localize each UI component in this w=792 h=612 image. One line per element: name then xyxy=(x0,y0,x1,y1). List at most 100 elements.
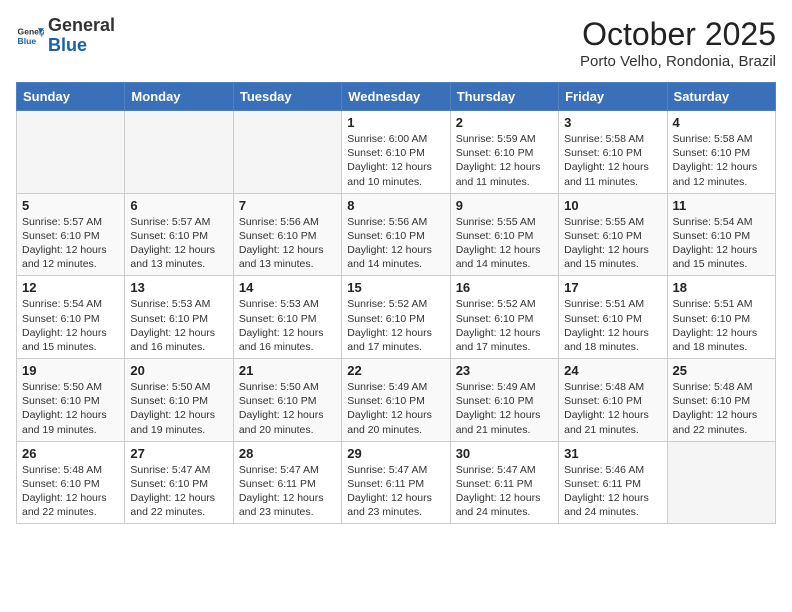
calendar-cell: 5 Sunrise: 5:57 AM Sunset: 6:10 PM Daylig… xyxy=(17,193,125,276)
day-number: 16 xyxy=(456,280,553,295)
calendar-cell: 17 Sunrise: 5:51 AM Sunset: 6:10 PM Dayli… xyxy=(559,276,667,359)
day-number: 7 xyxy=(239,198,336,213)
day-number: 10 xyxy=(564,198,661,213)
calendar-cell: 13 Sunrise: 5:53 AM Sunset: 6:10 PM Dayli… xyxy=(125,276,233,359)
day-number: 20 xyxy=(130,363,227,378)
day-info: Sunrise: 5:48 AM Sunset: 6:10 PM Dayligh… xyxy=(22,463,119,520)
calendar-cell: 12 Sunrise: 5:54 AM Sunset: 6:10 PM Dayli… xyxy=(17,276,125,359)
day-number: 22 xyxy=(347,363,444,378)
day-info: Sunrise: 5:50 AM Sunset: 6:10 PM Dayligh… xyxy=(130,380,227,437)
day-number: 24 xyxy=(564,363,661,378)
day-info: Sunrise: 5:52 AM Sunset: 6:10 PM Dayligh… xyxy=(347,297,444,354)
day-info: Sunrise: 5:50 AM Sunset: 6:10 PM Dayligh… xyxy=(239,380,336,437)
calendar-header-row: SundayMondayTuesdayWednesdayThursdayFrid… xyxy=(17,83,776,111)
day-info: Sunrise: 5:49 AM Sunset: 6:10 PM Dayligh… xyxy=(347,380,444,437)
day-number: 14 xyxy=(239,280,336,295)
day-number: 6 xyxy=(130,198,227,213)
day-info: Sunrise: 5:52 AM Sunset: 6:10 PM Dayligh… xyxy=(456,297,553,354)
day-number: 31 xyxy=(564,446,661,461)
day-info: Sunrise: 5:50 AM Sunset: 6:10 PM Dayligh… xyxy=(22,380,119,437)
calendar-cell: 28 Sunrise: 5:47 AM Sunset: 6:11 PM Dayli… xyxy=(233,441,341,524)
svg-text:Blue: Blue xyxy=(18,36,37,46)
day-number: 15 xyxy=(347,280,444,295)
calendar-cell: 21 Sunrise: 5:50 AM Sunset: 6:10 PM Dayli… xyxy=(233,359,341,442)
day-header-wednesday: Wednesday xyxy=(342,83,450,111)
calendar-cell: 15 Sunrise: 5:52 AM Sunset: 6:10 PM Dayli… xyxy=(342,276,450,359)
day-number: 29 xyxy=(347,446,444,461)
day-info: Sunrise: 5:58 AM Sunset: 6:10 PM Dayligh… xyxy=(564,132,661,189)
calendar-cell: 1 Sunrise: 6:00 AM Sunset: 6:10 PM Daylig… xyxy=(342,111,450,194)
calendar-cell: 25 Sunrise: 5:48 AM Sunset: 6:10 PM Dayli… xyxy=(667,359,775,442)
day-number: 27 xyxy=(130,446,227,461)
day-info: Sunrise: 5:57 AM Sunset: 6:10 PM Dayligh… xyxy=(130,215,227,272)
day-info: Sunrise: 6:00 AM Sunset: 6:10 PM Dayligh… xyxy=(347,132,444,189)
day-info: Sunrise: 5:54 AM Sunset: 6:10 PM Dayligh… xyxy=(22,297,119,354)
day-header-monday: Monday xyxy=(125,83,233,111)
day-info: Sunrise: 5:55 AM Sunset: 6:10 PM Dayligh… xyxy=(456,215,553,272)
calendar-cell: 23Sunrise: 5:49 AM Sunset: 6:10 PM Dayli… xyxy=(450,359,558,442)
calendar-cell: 16 Sunrise: 5:52 AM Sunset: 6:10 PM Dayli… xyxy=(450,276,558,359)
day-info: Sunrise: 5:55 AM Sunset: 6:10 PM Dayligh… xyxy=(564,215,661,272)
day-number: 3 xyxy=(564,115,661,130)
day-number: 12 xyxy=(22,280,119,295)
calendar-cell xyxy=(125,111,233,194)
calendar-cell: 8Sunrise: 5:56 AM Sunset: 6:10 PM Daylig… xyxy=(342,193,450,276)
day-info: Sunrise: 5:49 AM Sunset: 6:10 PM Dayligh… xyxy=(456,380,553,437)
calendar-cell: 6 Sunrise: 5:57 AM Sunset: 6:10 PM Daylig… xyxy=(125,193,233,276)
day-info: Sunrise: 5:51 AM Sunset: 6:10 PM Dayligh… xyxy=(564,297,661,354)
calendar-cell: 4 Sunrise: 5:58 AM Sunset: 6:10 PM Daylig… xyxy=(667,111,775,194)
day-number: 5 xyxy=(22,198,119,213)
day-number: 17 xyxy=(564,280,661,295)
day-number: 18 xyxy=(673,280,770,295)
calendar-cell: 11Sunrise: 5:54 AM Sunset: 6:10 PM Dayli… xyxy=(667,193,775,276)
calendar-cell xyxy=(233,111,341,194)
day-header-friday: Friday xyxy=(559,83,667,111)
calendar-cell: 24Sunrise: 5:48 AM Sunset: 6:10 PM Dayli… xyxy=(559,359,667,442)
day-info: Sunrise: 5:59 AM Sunset: 6:10 PM Dayligh… xyxy=(456,132,553,189)
day-number: 21 xyxy=(239,363,336,378)
calendar-cell: 9 Sunrise: 5:55 AM Sunset: 6:10 PM Daylig… xyxy=(450,193,558,276)
logo-blue-text: Blue xyxy=(48,35,87,55)
day-number: 25 xyxy=(673,363,770,378)
day-info: Sunrise: 5:46 AM Sunset: 6:11 PM Dayligh… xyxy=(564,463,661,520)
day-number: 26 xyxy=(22,446,119,461)
calendar-cell xyxy=(667,441,775,524)
calendar-cell: 27 Sunrise: 5:47 AM Sunset: 6:10 PM Dayli… xyxy=(125,441,233,524)
day-number: 2 xyxy=(456,115,553,130)
logo-general-text: General xyxy=(48,15,115,35)
day-info: Sunrise: 5:53 AM Sunset: 6:10 PM Dayligh… xyxy=(130,297,227,354)
calendar-week-row: 5 Sunrise: 5:57 AM Sunset: 6:10 PM Daylig… xyxy=(17,193,776,276)
day-number: 4 xyxy=(673,115,770,130)
calendar-cell: 2 Sunrise: 5:59 AM Sunset: 6:10 PM Daylig… xyxy=(450,111,558,194)
calendar-cell: 26 Sunrise: 5:48 AM Sunset: 6:10 PM Dayli… xyxy=(17,441,125,524)
day-number: 9 xyxy=(456,198,553,213)
day-number: 13 xyxy=(130,280,227,295)
title-area: October 2025 Porto Velho, Rondonia, Braz… xyxy=(580,16,776,70)
calendar-cell: 22 Sunrise: 5:49 AM Sunset: 6:10 PM Dayli… xyxy=(342,359,450,442)
calendar-week-row: 1 Sunrise: 6:00 AM Sunset: 6:10 PM Daylig… xyxy=(17,111,776,194)
calendar: SundayMondayTuesdayWednesdayThursdayFrid… xyxy=(16,82,776,524)
calendar-cell: 7 Sunrise: 5:56 AM Sunset: 6:10 PM Daylig… xyxy=(233,193,341,276)
calendar-cell: 31 Sunrise: 5:46 AM Sunset: 6:11 PM Dayli… xyxy=(559,441,667,524)
day-number: 1 xyxy=(347,115,444,130)
calendar-week-row: 26 Sunrise: 5:48 AM Sunset: 6:10 PM Dayli… xyxy=(17,441,776,524)
day-info: Sunrise: 5:56 AM Sunset: 6:10 PM Dayligh… xyxy=(239,215,336,272)
day-info: Sunrise: 5:57 AM Sunset: 6:10 PM Dayligh… xyxy=(22,215,119,272)
logo: General Blue General Blue xyxy=(16,16,115,56)
location: Porto Velho, Rondonia, Brazil xyxy=(580,53,776,70)
calendar-cell: 29 Sunrise: 5:47 AM Sunset: 6:11 PM Dayli… xyxy=(342,441,450,524)
calendar-cell: 3 Sunrise: 5:58 AM Sunset: 6:10 PM Daylig… xyxy=(559,111,667,194)
day-info: Sunrise: 5:51 AM Sunset: 6:10 PM Dayligh… xyxy=(673,297,770,354)
day-info: Sunrise: 5:48 AM Sunset: 6:10 PM Dayligh… xyxy=(673,380,770,437)
calendar-cell: 14Sunrise: 5:53 AM Sunset: 6:10 PM Dayli… xyxy=(233,276,341,359)
day-info: Sunrise: 5:58 AM Sunset: 6:10 PM Dayligh… xyxy=(673,132,770,189)
day-info: Sunrise: 5:47 AM Sunset: 6:10 PM Dayligh… xyxy=(130,463,227,520)
day-info: Sunrise: 5:47 AM Sunset: 6:11 PM Dayligh… xyxy=(456,463,553,520)
day-header-sunday: Sunday xyxy=(17,83,125,111)
day-info: Sunrise: 5:47 AM Sunset: 6:11 PM Dayligh… xyxy=(239,463,336,520)
day-header-tuesday: Tuesday xyxy=(233,83,341,111)
day-number: 28 xyxy=(239,446,336,461)
calendar-cell: 18 Sunrise: 5:51 AM Sunset: 6:10 PM Dayli… xyxy=(667,276,775,359)
day-info: Sunrise: 5:47 AM Sunset: 6:11 PM Dayligh… xyxy=(347,463,444,520)
logo-icon: General Blue xyxy=(16,22,44,50)
